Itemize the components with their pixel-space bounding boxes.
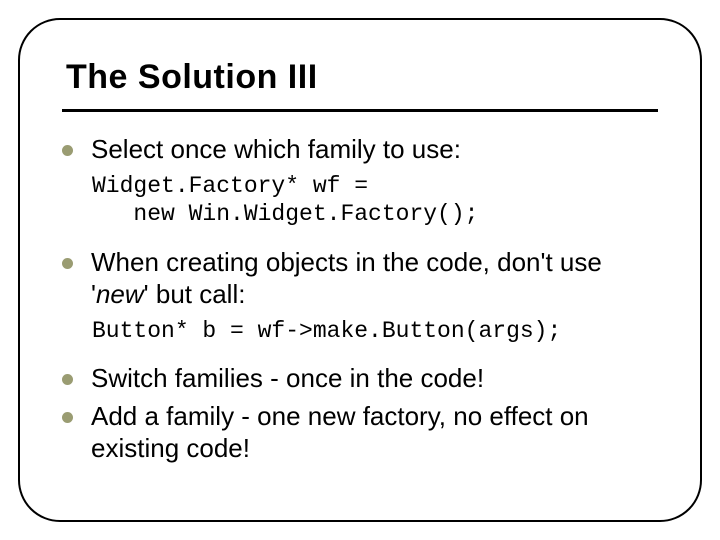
title-rule	[62, 109, 658, 112]
bullet-icon	[62, 145, 73, 156]
slide-title: The Solution III	[66, 58, 658, 97]
bullet-text: Add a family - one new factory, no effec…	[91, 401, 658, 464]
slide-body: Select once which family to use: Widget.…	[62, 134, 658, 465]
bullet-item: Switch families - once in the code!	[62, 363, 658, 395]
bullet-text: When creating objects in the code, don't…	[91, 247, 658, 310]
bullet-text: Switch families - once in the code!	[91, 363, 658, 395]
code-block: Button* b = wf->make.Button(args);	[92, 317, 658, 346]
bullet-item: Select once which family to use:	[62, 134, 658, 166]
bullet-icon	[62, 412, 73, 423]
bullet-item: Add a family - one new factory, no effec…	[62, 401, 658, 464]
bullet-icon	[62, 374, 73, 385]
bullet-text: Select once which family to use:	[91, 134, 658, 166]
slide-frame: The Solution III Select once which famil…	[18, 18, 702, 522]
code-block: Widget.Factory* wf = new Win.Widget.Fact…	[92, 172, 658, 230]
bullet-icon	[62, 258, 73, 269]
bullet-item: When creating objects in the code, don't…	[62, 247, 658, 310]
